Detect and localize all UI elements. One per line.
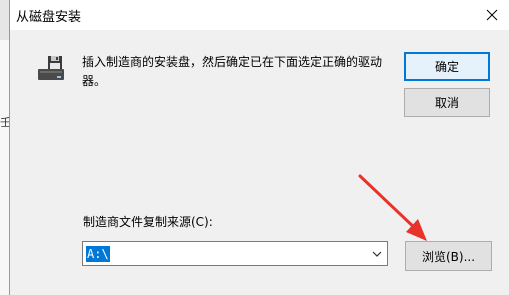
dialog-title: 从磁盘安装 (16, 10, 82, 25)
background-window-header (0, 0, 9, 40)
source-path-combobox[interactable]: A:\ (82, 241, 388, 266)
cancel-button[interactable]: 取消 (404, 88, 490, 117)
cancel-button-label: 取消 (434, 96, 459, 110)
browse-button-label: 浏览(B)... (421, 249, 476, 264)
source-path-value[interactable]: A:\ (86, 246, 110, 262)
browse-button[interactable]: 浏览(B)... (405, 241, 492, 271)
install-from-disk-dialog: 从磁盘安装 插入制造商的安装盘，然后确定已在下面选定正确的驱动器。 确定 取消 … (10, 0, 509, 295)
title-bar: 从磁盘安装 (10, 0, 509, 30)
instruction-text: 插入制造商的安装盘，然后确定已在下面选定正确的驱动器。 (82, 55, 383, 88)
floppy-disk-icon (38, 56, 64, 80)
background-window-text: 壬 (0, 116, 9, 129)
ok-button[interactable]: 确定 (404, 52, 490, 81)
background-window: 壬 (0, 0, 10, 295)
close-button[interactable] (475, 0, 509, 30)
ok-button-label: 确定 (434, 60, 459, 74)
close-icon (486, 9, 498, 21)
source-label: 制造商文件复制来源(C): (83, 215, 213, 229)
chevron-down-icon[interactable] (371, 249, 383, 259)
